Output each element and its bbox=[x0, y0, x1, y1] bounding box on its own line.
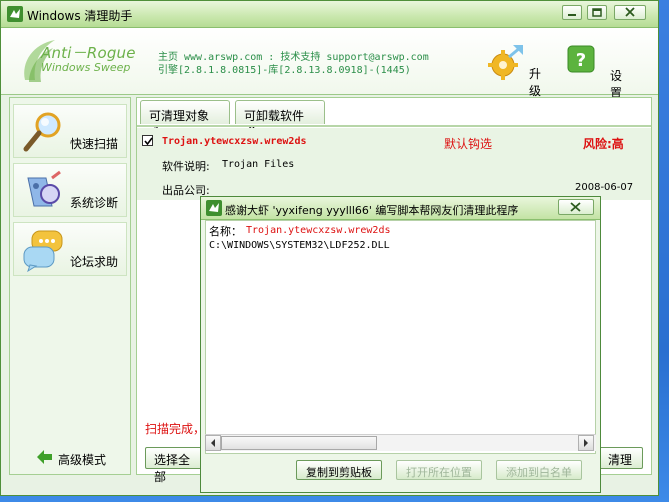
minimize-button[interactable] bbox=[562, 5, 582, 20]
sidebar-item-label: 系统诊断 bbox=[70, 196, 119, 210]
upgrade-button[interactable]: 升级 bbox=[483, 43, 543, 98]
dialog-close-button[interactable] bbox=[558, 199, 594, 215]
sidebar: 快速扫描 系统诊断 论坛求助 高级模式 bbox=[9, 97, 131, 475]
diagnosis-icon bbox=[27, 170, 61, 207]
green-arrow-left-icon bbox=[37, 450, 52, 464]
settings-button[interactable]: ? 设置 bbox=[567, 43, 627, 100]
dialog-name-value: Trojan.ytewcxzsw.wrew2ds bbox=[246, 225, 391, 236]
dialog-content: 名称： Trojan.ytewcxzsw.wrew2ds C:\WINDOWS\… bbox=[205, 220, 596, 454]
restore-icon bbox=[592, 8, 602, 17]
app-logo-icon bbox=[7, 6, 23, 22]
scan-status-text: 扫描完成， bbox=[145, 422, 206, 436]
copy-to-clipboard-button[interactable]: 复制到剪贴板 bbox=[296, 460, 382, 480]
sidebar-item-label: 论坛求助 bbox=[70, 255, 119, 269]
sidebar-item-label: 快速扫描 bbox=[70, 137, 119, 151]
sidebar-item-forum-help[interactable]: 论坛求助 bbox=[13, 222, 127, 276]
dialog-title-bar[interactable]: 感谢大虾 'yyxifeng yyylll66' 编写脚本帮网友们清理此程序 bbox=[201, 197, 600, 220]
dialog-title: 感谢大虾 'yyxifeng yyylll66' 编写脚本帮网友们清理此程序 bbox=[225, 204, 519, 217]
scroll-thumb[interactable] bbox=[221, 436, 377, 450]
result-desc-label: 软件说明: bbox=[162, 160, 210, 173]
tab-cleanable-objects[interactable]: 可清理对象 1 bbox=[140, 100, 230, 138]
sidebar-item-system-diagnosis[interactable]: 系统诊断 bbox=[13, 163, 127, 217]
logo-subtitle: Windows Sweep bbox=[41, 61, 131, 74]
open-location-button[interactable]: 打开所在位置 bbox=[396, 460, 482, 480]
chevron-left-icon bbox=[211, 439, 215, 447]
scroll-right-button[interactable] bbox=[578, 435, 594, 451]
minimize-icon bbox=[568, 14, 576, 16]
tab-label: 可卸载软件 bbox=[244, 109, 305, 123]
result-name: Trojan.ytewcxzsw.wrew2ds bbox=[162, 136, 307, 147]
detail-dialog: 感谢大虾 'yyxifeng yyylll66' 编写脚本帮网友们清理此程序 名… bbox=[200, 196, 601, 493]
restore-button[interactable] bbox=[587, 5, 607, 20]
add-to-whitelist-button[interactable]: 添加到白名单 bbox=[496, 460, 582, 480]
tab-label: 可清理对象 bbox=[149, 109, 210, 123]
header-version-line: 引擎[2.8.1.8.0815]-库[2.8.13.8.0918]-(1445) bbox=[158, 65, 411, 76]
clean-button-label: 清理 bbox=[608, 453, 633, 467]
checkmark-icon bbox=[144, 137, 153, 146]
select-all-button[interactable]: 选择全部 bbox=[145, 447, 205, 484]
result-checkbox[interactable] bbox=[142, 135, 153, 146]
forum-icon bbox=[23, 230, 63, 273]
header-banner: Anti－Rogue Windows Sweep 主页 www.arswp.co… bbox=[1, 28, 658, 100]
magnifier-icon bbox=[23, 112, 61, 152]
title-bar[interactable]: Windows 清理助手 bbox=[1, 1, 658, 28]
advanced-mode-label: 高级模式 bbox=[58, 453, 107, 467]
close-icon bbox=[570, 202, 581, 212]
dialog-path[interactable]: C:\WINDOWS\SYSTEM32\LDF252.DLL bbox=[209, 240, 390, 251]
horizontal-scrollbar[interactable] bbox=[205, 434, 596, 451]
result-default-state: 默认钩选 bbox=[444, 137, 493, 151]
close-icon bbox=[625, 7, 635, 17]
dialog-name-label: 名称： bbox=[209, 225, 242, 238]
svg-text:?: ? bbox=[576, 50, 586, 71]
gear-upgrade-icon bbox=[488, 45, 523, 80]
upgrade-label: 升级 bbox=[529, 67, 542, 98]
sidebar-item-quick-scan[interactable]: 快速扫描 bbox=[13, 104, 127, 158]
logo-title: Anti－Rogue bbox=[41, 44, 136, 62]
help-question-icon: ? bbox=[567, 45, 595, 73]
result-row[interactable]: Trojan.ytewcxzsw.wrew2ds 默认钩选 风险:高 软件说明:… bbox=[137, 128, 651, 200]
result-risk: 风险:高 bbox=[583, 137, 624, 151]
settings-label: 设置 bbox=[610, 69, 623, 100]
chevron-right-icon bbox=[584, 439, 588, 447]
close-button[interactable] bbox=[614, 5, 646, 20]
tab-uninstallable-software[interactable]: 可卸载软件 0 bbox=[235, 100, 325, 138]
result-date: 2008-06-07 bbox=[575, 182, 634, 193]
window-title: Windows 清理助手 bbox=[27, 9, 133, 23]
app-logo-icon bbox=[206, 200, 222, 216]
tab-underline bbox=[137, 125, 651, 127]
scroll-left-button[interactable] bbox=[205, 435, 221, 451]
result-desc-value: Trojan Files bbox=[222, 159, 295, 170]
